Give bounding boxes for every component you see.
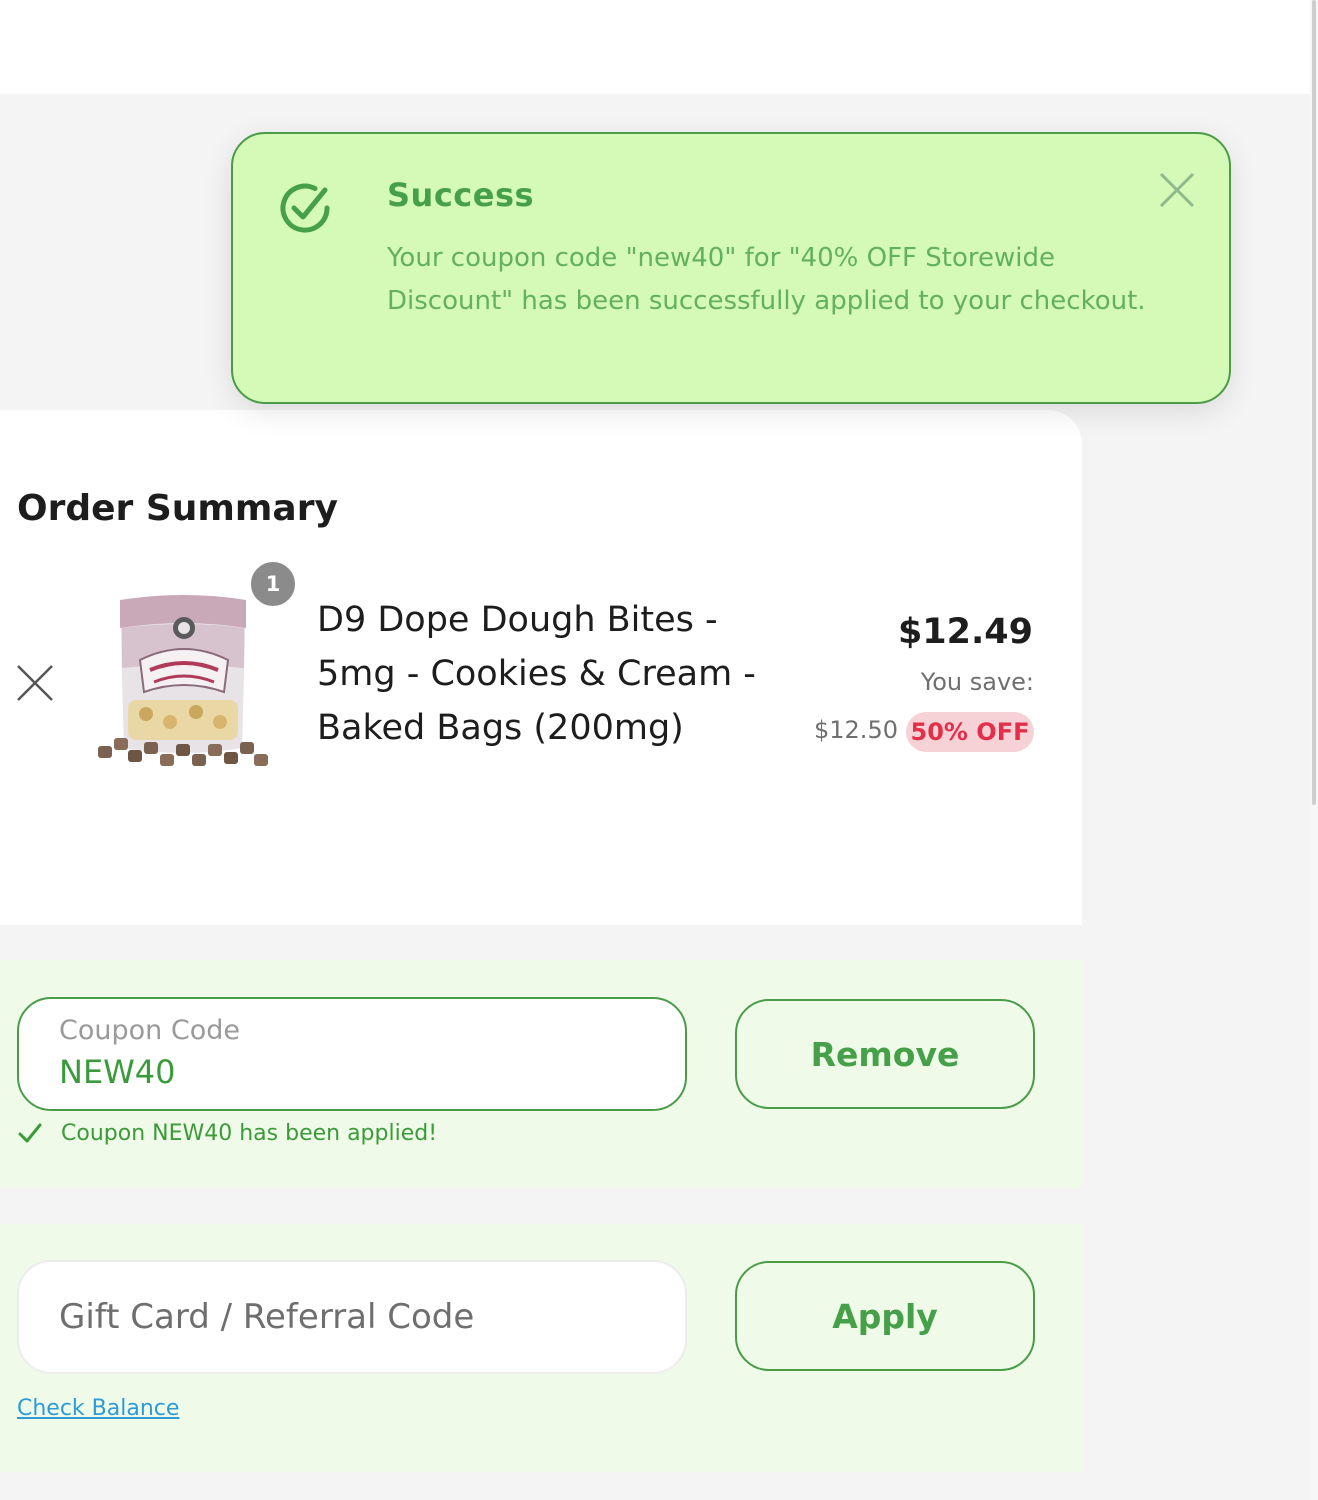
you-save-label: You save: — [920, 668, 1034, 696]
product-name[interactable]: D9 Dope Dough Bites - 5mg - Cookies & Cr… — [317, 593, 807, 755]
top-header-bar — [0, 0, 1310, 94]
apply-gift-card-button[interactable]: Apply — [735, 1261, 1035, 1371]
coupon-section: Coupon Code Remove Coupon NEW40 has been… — [0, 960, 1082, 1188]
toast-title: Success — [387, 176, 535, 214]
gift-card-section: Apply Check Balance — [0, 1224, 1082, 1472]
coupon-applied-message: Coupon NEW40 has been applied! — [17, 1120, 437, 1146]
coupon-code-input[interactable] — [59, 1053, 619, 1091]
item-price: $12.49 — [897, 612, 1033, 652]
page-scrollbar[interactable] — [1310, 0, 1318, 1500]
quantity-badge: 1 — [248, 559, 298, 609]
check-balance-link[interactable]: Check Balance — [17, 1396, 179, 1421]
toast-close-icon[interactable] — [1157, 170, 1197, 210]
remove-item-icon[interactable] — [14, 662, 56, 704]
coupon-code-label: Coupon Code — [59, 1015, 240, 1046]
coupon-applied-text: Coupon NEW40 has been applied! — [61, 1120, 438, 1146]
order-summary-card: Order Summary 1 D9 Dope Dough Bites - 5m… — [0, 410, 1082, 925]
coupon-code-field[interactable]: Coupon Code — [17, 997, 687, 1111]
product-image[interactable] — [92, 588, 278, 774]
toast-message: Your coupon code "new40" for "40% OFF St… — [387, 243, 1146, 316]
gift-card-input[interactable] — [59, 1262, 659, 1372]
remove-coupon-button[interactable]: Remove — [735, 999, 1035, 1109]
order-summary-title: Order Summary — [17, 488, 338, 529]
check-circle-icon — [280, 183, 330, 233]
discount-badge: 50% OFF — [906, 712, 1034, 752]
check-icon — [18, 1123, 42, 1143]
gift-card-field[interactable] — [17, 1260, 687, 1374]
original-price: $12.50 — [814, 716, 898, 744]
scrollbar-thumb[interactable] — [1312, 0, 1316, 805]
success-toast: Success Your coupon code "new40" for "40… — [231, 132, 1231, 404]
